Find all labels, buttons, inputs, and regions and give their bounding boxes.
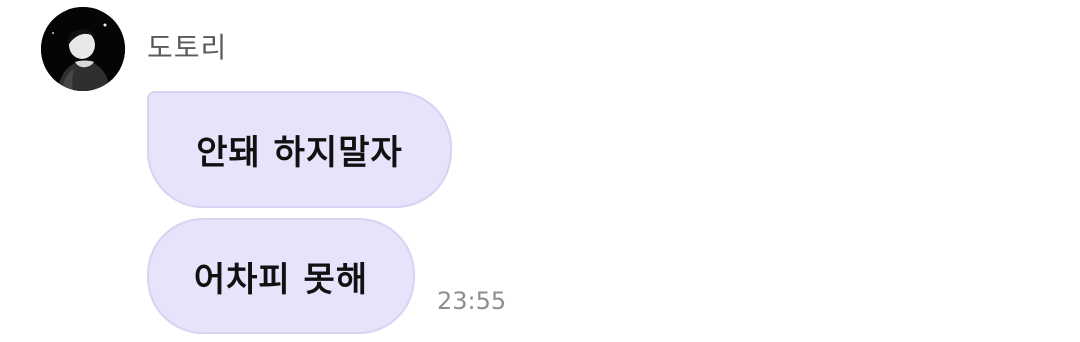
message-bubble-1[interactable]: 안돼 하지말자 — [147, 91, 452, 208]
avatar[interactable] — [41, 7, 125, 91]
profile-photo-icon — [41, 7, 125, 91]
message-text-2: 어차피 못해 — [193, 259, 369, 300]
message-bubble-2[interactable]: 어차피 못해 — [147, 218, 415, 334]
message-text-1: 안돼 하지말자 — [196, 133, 403, 173]
sender-name: 도토리 — [147, 31, 228, 64]
message-timestamp: 23:55 — [437, 287, 507, 315]
